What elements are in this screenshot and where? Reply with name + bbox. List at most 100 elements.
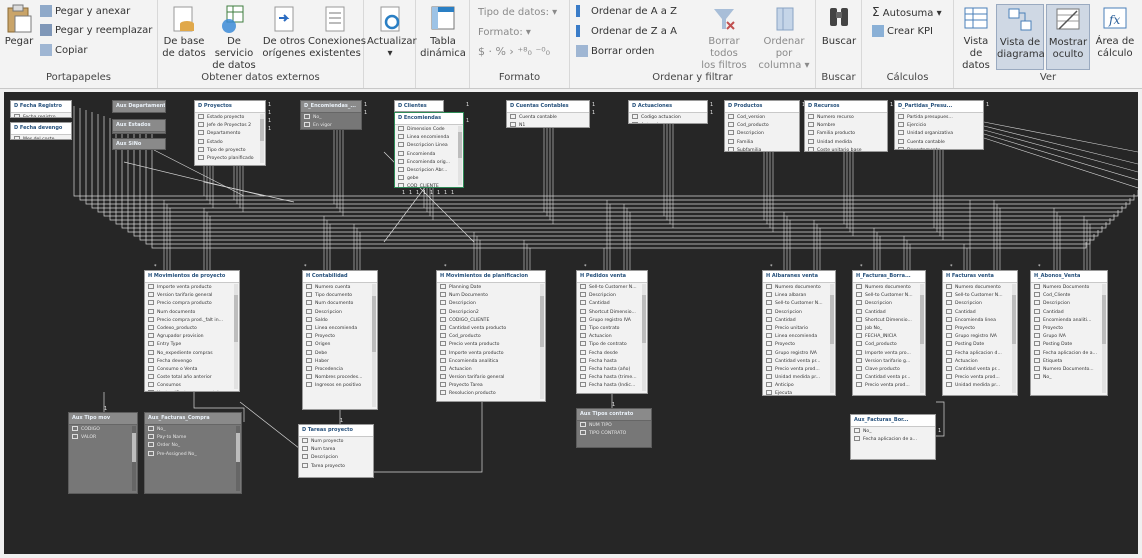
table-field[interactable]: Unidad organizativa xyxy=(898,130,983,138)
relationship-line[interactable] xyxy=(983,129,1138,173)
table-title[interactable]: Aux SiNo xyxy=(113,139,165,149)
table-field[interactable]: TIPO CONTRATO xyxy=(580,430,651,438)
table-field[interactable]: Grupo IVA xyxy=(1034,333,1107,341)
table-field[interactable]: Consumos xyxy=(148,382,239,390)
table-field[interactable]: Ventas (Coste mvos venta) xyxy=(148,390,239,391)
table-field[interactable]: No_ xyxy=(148,426,241,434)
sort-za-button[interactable]: Ordenar de Z a A xyxy=(576,25,677,39)
number-format-buttons[interactable]: $ · % › ⁺⁸₀ ⁻⁰₀ xyxy=(478,45,550,59)
table-title[interactable]: D Productos xyxy=(725,101,799,113)
table-field[interactable]: Sell-to Customer N... xyxy=(766,300,835,308)
table-card[interactable]: D Tareas proyecto Num proyecto Num tarea De… xyxy=(298,424,374,478)
table-card[interactable]: Aux_Facturas_Compra No_ Pay-to Name Order N… xyxy=(144,412,242,494)
table-field[interactable]: Cod_producto xyxy=(856,341,925,349)
table-field[interactable]: Tipo de proyecto xyxy=(198,147,265,155)
table-field[interactable]: Dimension Code xyxy=(398,126,463,134)
table-field[interactable]: Encomienda xyxy=(398,151,463,159)
table-field[interactable]: Fecha aplicacion de a... xyxy=(1034,350,1107,358)
table-field[interactable]: Descripcion xyxy=(302,454,373,462)
table-field[interactable]: Estado proyecto xyxy=(198,114,265,122)
diagram-view-button[interactable]: Vista de diagrama xyxy=(996,4,1045,70)
table-field[interactable]: Sell-to Customer N... xyxy=(856,292,925,300)
table-field[interactable]: Descripcion xyxy=(440,300,545,308)
table-field[interactable]: Descripcion2 xyxy=(440,309,545,317)
table-scrollbar[interactable] xyxy=(260,114,264,163)
relationship-line[interactable] xyxy=(983,137,1138,189)
table-title[interactable]: D Clientes xyxy=(395,101,443,111)
clear-sort-button[interactable]: Borrar orden xyxy=(576,45,654,59)
table-scrollbar[interactable] xyxy=(1102,284,1106,393)
relationship-line[interactable] xyxy=(239,401,305,453)
table-field[interactable]: Departamento xyxy=(198,130,265,138)
table-field[interactable]: Numero documento xyxy=(946,284,1017,292)
table-field[interactable]: Familia xyxy=(728,139,799,147)
find-button[interactable]: Buscar xyxy=(819,4,859,48)
table-field[interactable]: Ingresos en positivo xyxy=(306,382,377,390)
format-dropdown[interactable]: Formato: ▾ xyxy=(478,26,531,40)
table-field[interactable]: Departamento xyxy=(898,147,983,149)
table-title[interactable]: H Movimientos de planificacion xyxy=(437,271,545,283)
existing-connections-button[interactable]: Conexiones existentes xyxy=(308,4,366,60)
table-field[interactable]: Importe venta producto xyxy=(440,350,545,358)
table-field[interactable]: Cantidad xyxy=(580,300,647,308)
table-field[interactable]: Precio unitario xyxy=(766,325,835,333)
table-title[interactable]: H Facturas venta xyxy=(943,271,1017,283)
table-field[interactable]: Cod_version xyxy=(728,114,799,122)
table-field[interactable]: Resolucion producto xyxy=(440,390,545,398)
table-field[interactable]: Actuacion xyxy=(580,333,647,341)
table-field[interactable]: Grupo registro IVA xyxy=(766,350,835,358)
table-card[interactable]: Aux Tipos contrato NUM TIPO TIPO CONTRATO xyxy=(576,408,652,448)
table-title[interactable]: Aux Tipos contrato xyxy=(577,409,651,421)
table-field[interactable]: Unidad medida xyxy=(808,139,887,147)
table-card[interactable]: H Movimientos de proyecto Importe venta p… xyxy=(144,270,240,392)
table-field[interactable]: Tipo documento xyxy=(306,292,377,300)
show-hidden-button[interactable]: Mostrar oculto xyxy=(1046,4,1090,70)
table-field[interactable]: Order No_ xyxy=(148,442,241,450)
table-card[interactable]: D Clientes xyxy=(394,100,444,112)
table-field[interactable]: Tipo de contrato xyxy=(580,341,647,349)
table-field[interactable]: Sell-to Customer N... xyxy=(946,292,1017,300)
table-scrollbar[interactable] xyxy=(1012,284,1016,393)
table-field[interactable]: Linea encomienda xyxy=(398,134,463,142)
table-field[interactable]: Precio venta prod... xyxy=(946,374,1017,382)
table-field[interactable]: Numero Documento xyxy=(1034,284,1107,292)
create-kpi-button[interactable]: Crear KPI xyxy=(872,25,933,39)
table-field[interactable]: Proyecto Tarea xyxy=(440,382,545,390)
table-card[interactable]: D Proyectos Estado proyecto Jefe de Proyec… xyxy=(194,100,266,166)
table-scrollbar[interactable] xyxy=(236,426,240,491)
table-field[interactable]: No_expediente compras xyxy=(148,350,239,358)
sort-az-button[interactable]: Ordenar de A a Z xyxy=(576,5,677,19)
relationship-line[interactable] xyxy=(203,181,295,203)
table-card[interactable]: Aux Departamentos xyxy=(112,100,166,113)
sort-by-column-button[interactable]: Ordenar por columna ▾ xyxy=(754,4,814,72)
table-field[interactable]: Num Documento xyxy=(440,292,545,300)
table-title[interactable]: D Actuaciones xyxy=(629,101,707,113)
table-card[interactable]: D Fecha devengo Mes del coste xyxy=(10,122,72,140)
table-card[interactable]: Aux Tipo mov CODIGO VALOR xyxy=(68,412,138,494)
table-card[interactable]: D ActuacionesCodigo actuacionActuacion xyxy=(628,100,708,124)
clear-filters-button[interactable]: Borrar todos los filtros xyxy=(694,4,754,72)
table-field[interactable]: Tarea proyecto xyxy=(302,463,373,471)
table-card[interactable]: Aux SiNo... xyxy=(112,138,166,150)
table-card[interactable]: D Productos Cod_version Cod_producto Descri… xyxy=(724,100,800,152)
table-field[interactable]: Version tarifario g... xyxy=(856,358,925,366)
table-field[interactable]: Job No_ xyxy=(856,325,925,333)
table-field[interactable]: NUM TIPO xyxy=(580,422,651,430)
table-field[interactable]: Codexo_producto xyxy=(148,325,239,333)
table-field[interactable]: Shortcut Dimensio... xyxy=(580,309,647,317)
table-card[interactable]: H Facturas venta Numero documento Sell-to … xyxy=(942,270,1018,396)
from-database-button[interactable]: De base de datos xyxy=(161,4,207,60)
table-field[interactable]: Cuenta contable xyxy=(510,114,589,122)
autosum-button[interactable]: Σ Autosuma ▾ xyxy=(872,5,942,19)
table-field[interactable]: Cantidad venta pr... xyxy=(856,374,925,382)
table-title[interactable]: D Tareas proyecto xyxy=(299,425,373,437)
table-field[interactable]: Actuacion xyxy=(632,122,707,123)
table-field[interactable]: Cuenta contable xyxy=(898,139,983,147)
table-card[interactable]: Aux_Facturas_Bor... No_ Fecha aplicacion d… xyxy=(850,414,936,460)
table-field[interactable]: Coste total año anterior xyxy=(148,374,239,382)
table-field[interactable]: Descripcion Abr... xyxy=(398,167,463,175)
table-field[interactable]: Cod_Cliente xyxy=(1034,292,1107,300)
table-field[interactable]: Cantidad xyxy=(766,317,835,325)
table-field[interactable]: Proyecto xyxy=(766,341,835,349)
table-field[interactable]: Nombres procedes... xyxy=(306,374,377,382)
